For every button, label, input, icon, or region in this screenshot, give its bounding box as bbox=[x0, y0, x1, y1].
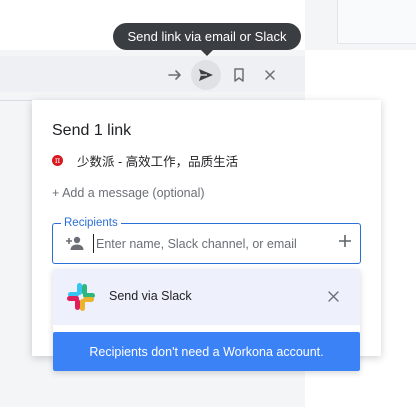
add-person-icon bbox=[65, 235, 85, 256]
workona-account-banner: Recipients don't need a Workona account. bbox=[53, 332, 360, 371]
screen: Send link via email or Slack Send 1 link… bbox=[0, 0, 416, 407]
divider bbox=[0, 100, 32, 101]
plus-icon[interactable] bbox=[338, 234, 352, 253]
add-message-link[interactable]: + Add a message (optional) bbox=[52, 186, 205, 200]
recipients-field[interactable]: Recipients bbox=[52, 216, 361, 264]
arrow-right-icon[interactable] bbox=[162, 62, 188, 88]
slack-logo-icon bbox=[65, 281, 97, 318]
send-via-slack-option[interactable]: Send via Slack bbox=[53, 269, 360, 325]
link-item: π 少数派 - 高效工作，品质生活 bbox=[52, 151, 238, 169]
background-right-panel bbox=[337, 0, 416, 44]
link-title: 少数派 - 高效工作，品质生活 bbox=[77, 154, 239, 169]
recipients-input[interactable] bbox=[93, 234, 323, 253]
send-icon[interactable] bbox=[191, 60, 221, 90]
bookmark-icon[interactable] bbox=[226, 62, 252, 88]
tooltip-arrow bbox=[200, 49, 214, 56]
popup-title: Send 1 link bbox=[52, 122, 132, 139]
dismiss-icon[interactable] bbox=[327, 290, 340, 308]
site-favicon-icon: π bbox=[52, 154, 63, 166]
recipients-label: Recipients bbox=[61, 216, 121, 230]
close-icon[interactable] bbox=[257, 62, 283, 88]
slack-option-label: Send via Slack bbox=[109, 289, 192, 303]
send-tooltip: Send link via email or Slack bbox=[113, 23, 301, 50]
